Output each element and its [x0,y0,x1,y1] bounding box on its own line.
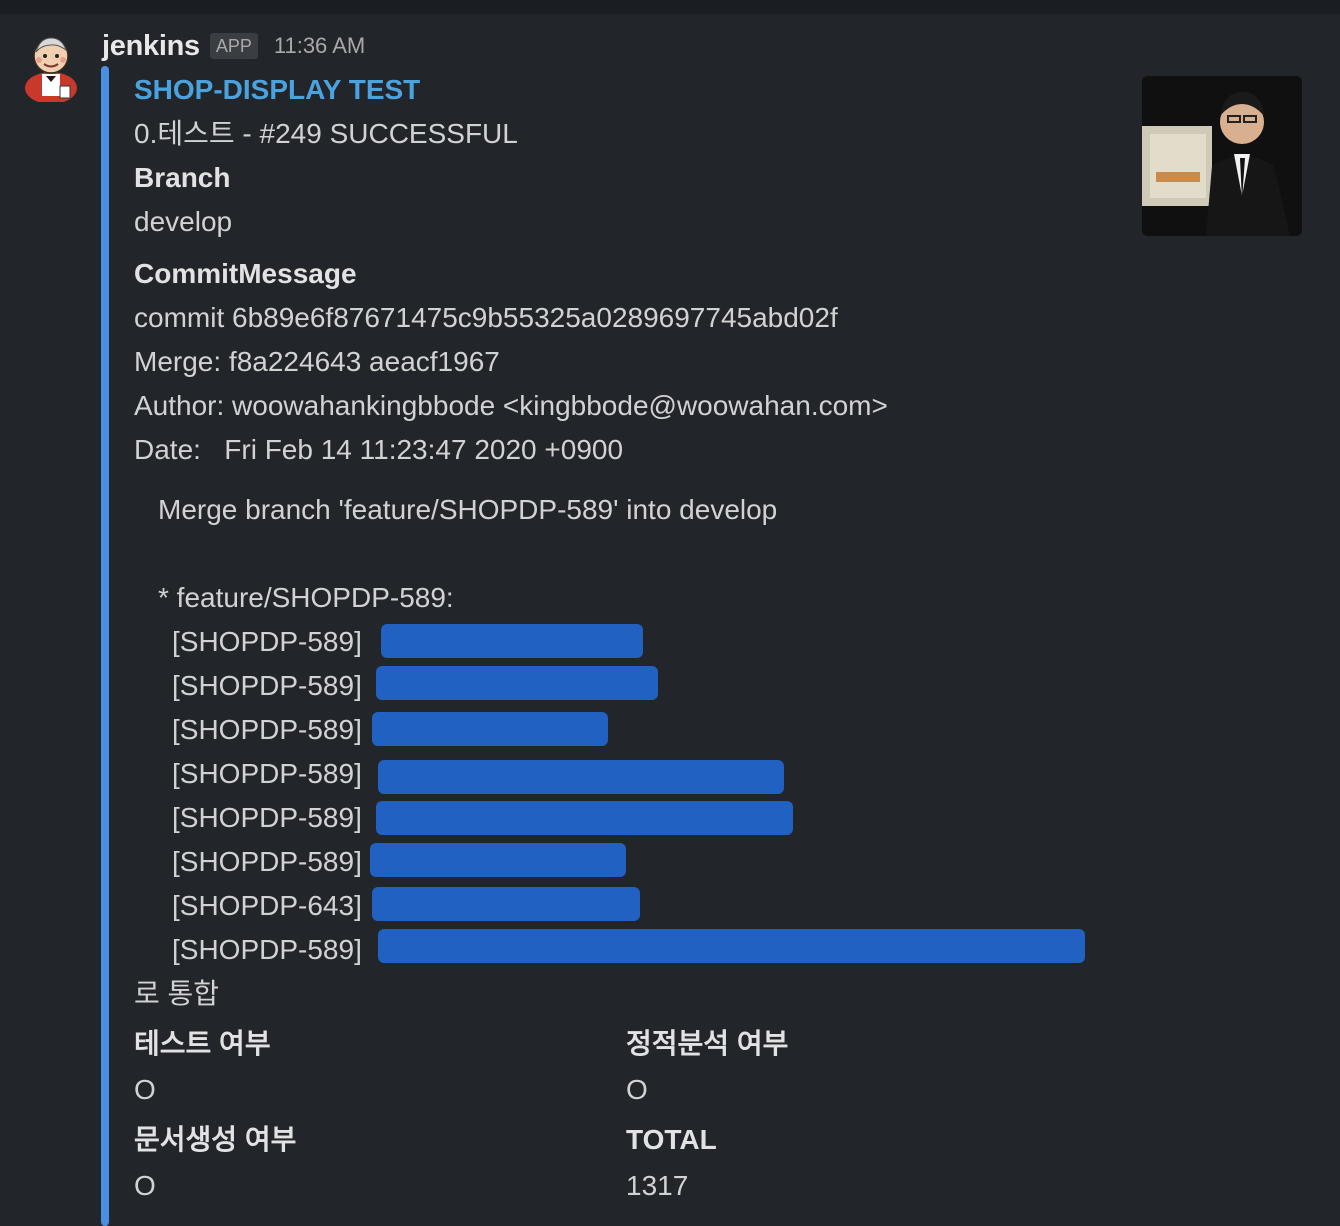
branch-label: Branch [134,162,231,193]
build-status-line: 0.테스트 - #249 SUCCESSFUL [134,118,518,149]
field-label-static-analysis: 정적분석 여부 [626,1028,789,1059]
field-value-doc-generation: O [134,1170,156,1201]
redaction-block [381,624,643,658]
ticket-line: [SHOPDP-589] [172,802,362,833]
ticket-line: [SHOPDP-589] [172,714,362,745]
closing-line: 로 통합 [134,978,220,1009]
ticket-line: [SHOPDP-589] [172,670,362,701]
feature-branch-line: * feature/SHOPDP-589: [158,582,454,613]
commit-hash-line: commit 6b89e6f87671475c9b55325a028969774… [134,302,838,333]
field-value-static-analysis: O [626,1074,648,1105]
attachment-accent-bar [101,66,109,1226]
timestamp[interactable]: 11:36 AM [274,33,365,59]
jenkins-butler-icon [25,37,77,104]
redaction-block [378,760,784,794]
redaction-block [372,887,640,921]
commit-date-line: Date: Fri Feb 14 11:23:47 2020 +0900 [134,434,624,465]
redaction-block [370,843,626,877]
commit-author-line: Author: woowahankingbbode <kingbbode@woo… [134,390,888,421]
field-label-total: TOTAL [626,1124,717,1155]
commit-merge-line: Merge: f8a224643 aeacf1967 [134,346,500,377]
redaction-block [376,666,658,700]
attachment-thumbnail[interactable] [1142,76,1302,236]
top-bar [0,0,1340,14]
jenkins-avatar[interactable] [22,30,80,104]
ticket-line: [SHOPDP-589] [172,758,362,789]
ticket-line: [SHOPDP-643] [172,890,362,921]
message-header: jenkins APP 11:36 AM [102,28,365,64]
field-value-total: 1317 [626,1170,689,1201]
thumbnail-image [1142,76,1302,236]
redaction-block [376,801,793,835]
redaction-block [372,712,608,746]
field-value-test: O [134,1074,156,1105]
message: jenkins APP 11:36 AM SHOP-DISPLAY TEST 0… [0,14,1340,1226]
merge-branch-line: Merge branch 'feature/SHOPDP-589' into d… [158,494,778,525]
field-label-doc-generation: 문서생성 여부 [134,1124,297,1155]
app-badge: APP [209,33,258,59]
ticket-line: [SHOPDP-589] [172,846,362,877]
ticket-line: [SHOPDP-589] [172,934,362,965]
field-label-test: 테스트 여부 [134,1028,271,1059]
redaction-block [378,929,1085,963]
branch-value: develop [134,206,233,237]
commit-message-label: CommitMessage [134,258,357,289]
ticket-line: [SHOPDP-589] [172,626,362,657]
username[interactable]: jenkins [102,30,200,63]
attachment-title-link[interactable]: SHOP-DISPLAY TEST [134,72,420,108]
